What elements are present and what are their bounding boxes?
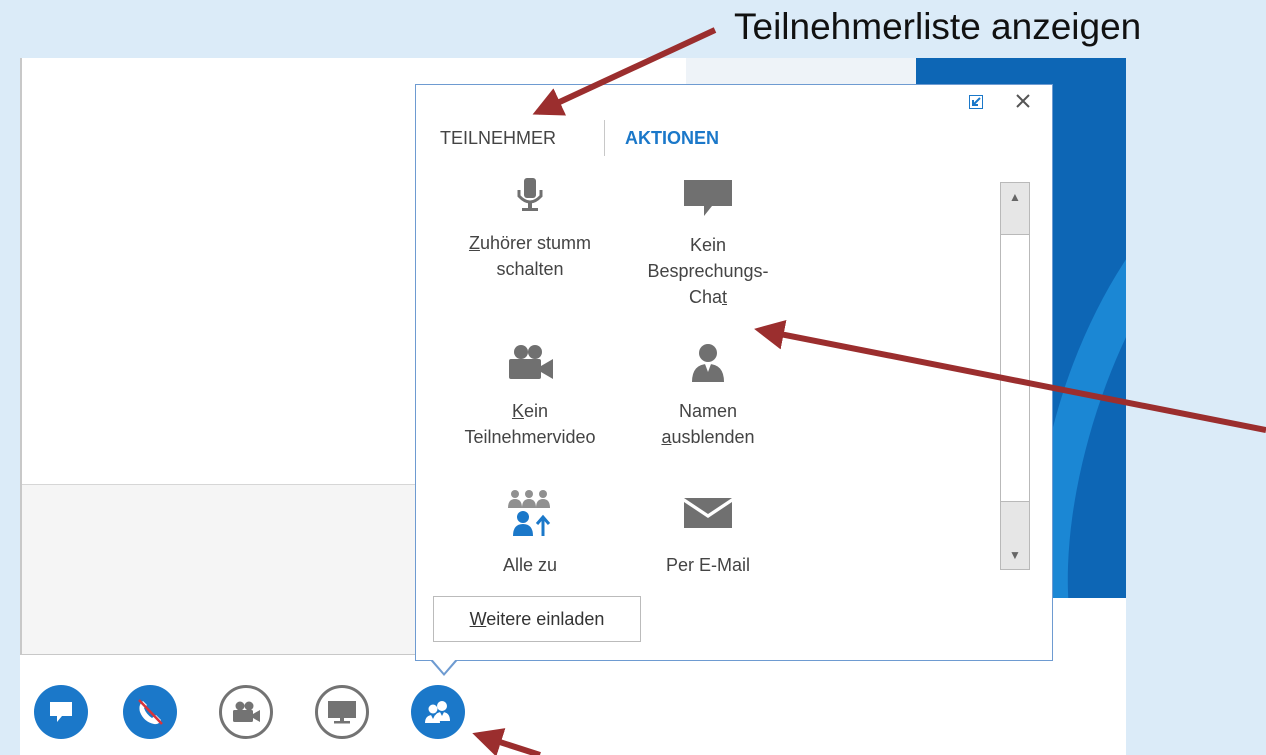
annotation-arrows [472,27,1266,755]
arrow-to-chat-action [754,319,1266,433]
arrow-to-participants-button [472,728,541,755]
arrow-to-teilnehmer-tab [532,27,717,116]
